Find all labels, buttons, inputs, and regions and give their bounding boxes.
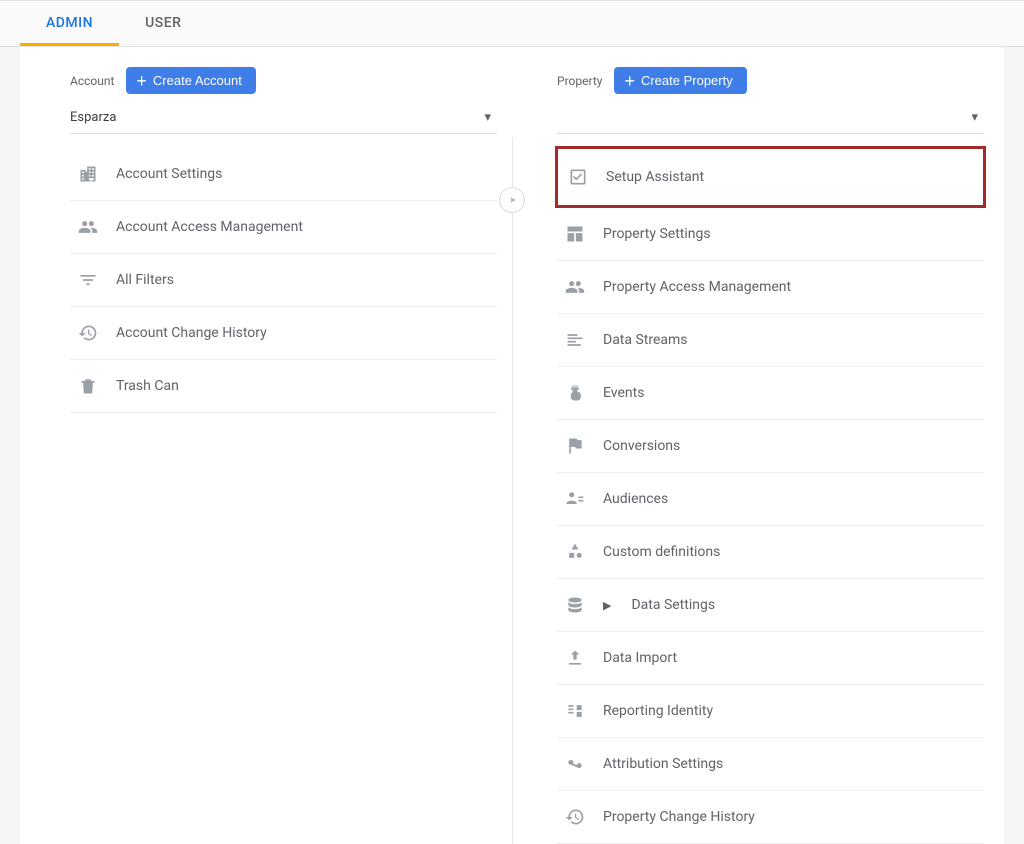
conversions[interactable]: Conversions (557, 420, 984, 473)
menu-label: Account Access Management (116, 219, 303, 235)
account-access-management[interactable]: Account Access Management (70, 201, 497, 254)
caret-right-icon: ▶ (603, 599, 611, 612)
create-property-button[interactable]: + Create Property (614, 67, 746, 94)
create-account-button[interactable]: + Create Account (126, 67, 255, 94)
create-account-label: Create Account (153, 73, 242, 88)
setup-assistant[interactable]: Setup Assistant (560, 151, 981, 203)
trash-icon (76, 374, 100, 398)
caret-down-icon: ▾ (484, 110, 491, 125)
database-icon (563, 593, 587, 617)
menu-label: Account Settings (116, 166, 222, 182)
streams-icon (563, 328, 587, 352)
account-column: Account + Create Account Esparza ▾ Accou… (20, 67, 517, 844)
menu-label: Setup Assistant (606, 169, 704, 185)
menu-label: Custom definitions (603, 544, 720, 560)
menu-label: Reporting Identity (603, 703, 713, 719)
upload-icon (563, 646, 587, 670)
people-icon (76, 215, 100, 239)
plus-icon: + (136, 74, 147, 88)
touch-icon (563, 381, 587, 405)
buildings-icon (76, 162, 100, 186)
tab-admin[interactable]: ADMIN (20, 1, 119, 46)
menu-label: Data Import (603, 650, 677, 666)
menu-label: Property Change History (603, 809, 755, 825)
account-change-history[interactable]: Account Change History (70, 307, 497, 360)
property-column: Property + Create Property ▾ Setup Assis… (517, 67, 1004, 844)
data-settings[interactable]: ▶ Data Settings (557, 579, 984, 632)
property-label: Property (557, 74, 602, 88)
shapes-icon (563, 540, 587, 564)
menu-label: Property Access Management (603, 279, 791, 295)
menu-label: Audiences (603, 491, 668, 507)
reporting-identity[interactable]: Reporting Identity (557, 685, 984, 738)
property-selector[interactable]: ▾ (557, 104, 984, 134)
data-import[interactable]: Data Import (557, 632, 984, 685)
menu-label: Account Change History (116, 325, 267, 341)
menu-label: All Filters (116, 272, 174, 288)
setup-assistant-highlight: Setup Assistant (555, 146, 986, 208)
plus-icon: + (624, 74, 635, 88)
property-change-history[interactable]: Property Change History (557, 791, 984, 844)
menu-label: Events (603, 385, 644, 401)
people-icon (563, 275, 587, 299)
layout-icon (563, 222, 587, 246)
data-streams[interactable]: Data Streams (557, 314, 984, 367)
menu-label: Trash Can (116, 378, 179, 394)
menu-label: Data Streams (603, 332, 688, 348)
identity-icon (563, 699, 587, 723)
property-settings[interactable]: Property Settings (557, 208, 984, 261)
menu-label: Property Settings (603, 226, 711, 242)
menu-label: Data Settings (631, 597, 715, 613)
filter-icon (76, 268, 100, 292)
attribution-icon (563, 752, 587, 776)
audience-icon (563, 487, 587, 511)
property-access-management[interactable]: Property Access Management (557, 261, 984, 314)
history-icon (563, 805, 587, 829)
flag-icon (563, 434, 587, 458)
account-selector[interactable]: Esparza ▾ (70, 104, 497, 134)
audiences[interactable]: Audiences (557, 473, 984, 526)
admin-user-tabs: ADMIN USER (0, 0, 1024, 47)
events[interactable]: Events (557, 367, 984, 420)
custom-definitions[interactable]: Custom definitions (557, 526, 984, 579)
checkbox-icon (566, 165, 590, 189)
trash-can[interactable]: Trash Can (70, 360, 497, 413)
attribution-settings[interactable]: Attribution Settings (557, 738, 984, 791)
history-icon (76, 321, 100, 345)
caret-down-icon: ▾ (971, 110, 978, 125)
tab-user[interactable]: USER (119, 1, 207, 46)
menu-label: Conversions (603, 438, 680, 454)
menu-label: Attribution Settings (603, 756, 723, 772)
account-settings[interactable]: Account Settings (70, 148, 497, 201)
account-label: Account (70, 74, 114, 88)
link-circle-icon (499, 187, 525, 213)
account-selected: Esparza (70, 110, 116, 125)
column-divider (512, 137, 513, 844)
all-filters[interactable]: All Filters (70, 254, 497, 307)
create-property-label: Create Property (641, 73, 733, 88)
